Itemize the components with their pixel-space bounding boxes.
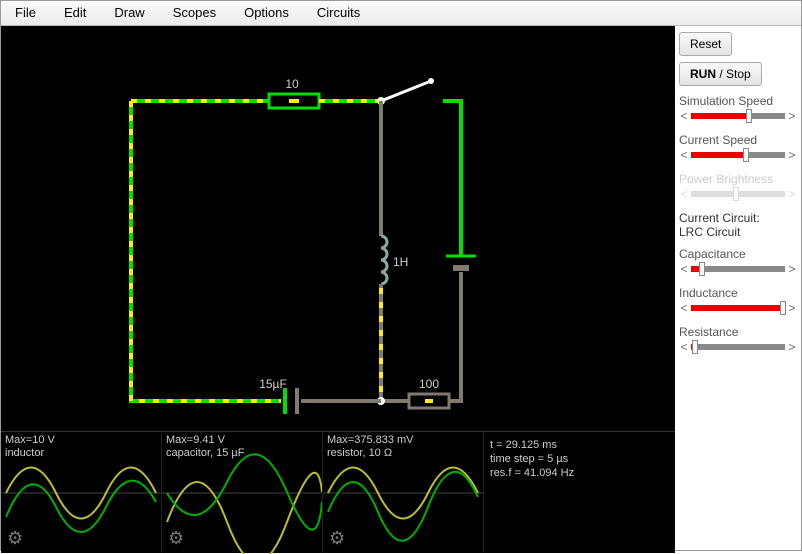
current-speed-slider[interactable] (691, 152, 785, 158)
menu-file[interactable]: File (1, 1, 50, 25)
chevron-left-icon: < (679, 187, 689, 201)
scope-1[interactable]: Max=10 V inductor ⚙ (1, 432, 162, 553)
chevron-right-icon[interactable]: > (787, 148, 797, 162)
resistance-slider[interactable] (691, 344, 785, 350)
gear-icon[interactable]: ⚙ (168, 528, 184, 549)
menu-draw[interactable]: Draw (100, 1, 158, 25)
sidebar: Reset RUN / Stop Simulation Speed < > Cu… (675, 26, 801, 550)
time-info: t = 29.125 ms time step = 5 µs res.f = 4… (484, 432, 675, 553)
svg-text:15µF: 15µF (259, 377, 287, 391)
current-circuit-name: LRC Circuit (679, 225, 797, 239)
current-circuit-label: Current Circuit: (679, 211, 797, 225)
menu-scopes[interactable]: Scopes (159, 1, 230, 25)
svg-text:10: 10 (285, 77, 299, 91)
chevron-left-icon[interactable]: < (679, 109, 689, 123)
menu-edit[interactable]: Edit (50, 1, 100, 25)
reset-button[interactable]: Reset (679, 32, 732, 56)
capacitance-slider[interactable] (691, 266, 785, 272)
menubar: File Edit Draw Scopes Options Circuits (1, 1, 801, 26)
chevron-right-icon: > (787, 187, 797, 201)
chevron-right-icon[interactable]: > (787, 262, 797, 276)
menu-circuits[interactable]: Circuits (303, 1, 374, 25)
power-brightness-label: Power Brightness (679, 172, 797, 186)
chevron-right-icon[interactable]: > (787, 340, 797, 354)
sim-speed-label: Simulation Speed (679, 94, 797, 108)
power-brightness-slider (691, 191, 785, 197)
gear-icon[interactable]: ⚙ (7, 528, 23, 549)
scope-3[interactable]: Max=375.833 mV resistor, 10 Ω ⚙ (323, 432, 484, 553)
chevron-left-icon[interactable]: < (679, 301, 689, 315)
scopes-row: Max=10 V inductor ⚙ Max=9.41 V capacitor… (1, 431, 675, 553)
circuit-canvas[interactable]: 10 (1, 26, 675, 431)
scope-2[interactable]: Max=9.41 V capacitor, 15 µF ⚙ (162, 432, 323, 553)
gear-icon[interactable]: ⚙ (329, 528, 345, 549)
svg-text:1H: 1H (393, 255, 408, 269)
current-speed-label: Current Speed (679, 133, 797, 147)
chevron-right-icon[interactable]: > (787, 301, 797, 315)
svg-text:100: 100 (419, 377, 439, 391)
resistance-label: Resistance (679, 325, 797, 339)
sim-speed-slider[interactable] (691, 113, 785, 119)
capacitance-label: Capacitance (679, 247, 797, 261)
chevron-left-icon[interactable]: < (679, 262, 689, 276)
chevron-left-icon[interactable]: < (679, 340, 689, 354)
chevron-left-icon[interactable]: < (679, 148, 689, 162)
inductance-slider[interactable] (691, 305, 785, 311)
chevron-right-icon[interactable]: > (787, 109, 797, 123)
inductance-label: Inductance (679, 286, 797, 300)
menu-options[interactable]: Options (230, 1, 303, 25)
run-stop-button[interactable]: RUN / Stop (679, 62, 762, 86)
